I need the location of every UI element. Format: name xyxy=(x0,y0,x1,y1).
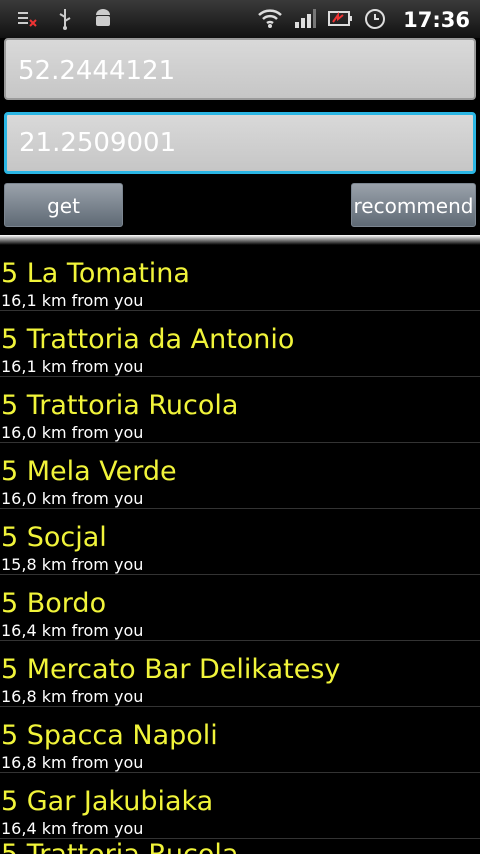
restaurant-name: 5 La Tomatina xyxy=(1,258,190,289)
list-item[interactable]: 5 Gar Jakubiaka 16,4 km from you xyxy=(0,773,480,839)
restaurant-distance: 16,0 km from you xyxy=(1,489,144,508)
restaurant-name: 5 Bordo xyxy=(1,588,107,619)
list-item[interactable]: 5 Socjal 15,8 km from you xyxy=(0,509,480,575)
list-item[interactable]: 5 Trattoria da Antonio 16,1 km from you xyxy=(0,311,480,377)
restaurant-distance: 16,4 km from you xyxy=(1,621,144,640)
restaurant-name: 5 Trattoria Rucola xyxy=(1,390,239,421)
list-item[interactable]: 5 Trattoria Rucola 16,0 km from you xyxy=(0,377,480,443)
status-bar: 17:36 xyxy=(0,0,480,38)
recommend-button[interactable]: recommend xyxy=(351,183,476,227)
android-icon xyxy=(92,8,114,34)
list-item[interactable]: 5 Mercato Bar Delikatesy 16,8 km from you xyxy=(0,641,480,707)
alarm-icon xyxy=(363,6,387,34)
wifi-icon xyxy=(257,7,283,33)
restaurant-distance: 16,1 km from you xyxy=(1,357,144,376)
restaurant-distance: 16,4 km from you xyxy=(1,819,144,838)
restaurant-distance: 16,8 km from you xyxy=(1,753,144,772)
get-location-button[interactable]: get location xyxy=(4,183,123,262)
list-item[interactable]: 5 Spacca Napoli 16,8 km from you xyxy=(0,707,480,773)
restaurant-name: 5 Mercato Bar Delikatesy xyxy=(1,654,341,685)
restaurant-name: 5 Gar Jakubiaka xyxy=(1,786,214,817)
restaurant-name: 5 Spacca Napoli xyxy=(1,720,218,751)
signal-icon xyxy=(293,7,317,33)
restaurant-distance: 16,0 km from you xyxy=(1,423,144,442)
list-item[interactable]: 5 La Tomatina 16,1 km from you xyxy=(0,245,480,311)
longitude-input[interactable] xyxy=(19,115,473,171)
latitude-input[interactable] xyxy=(18,40,474,102)
restaurant-distance: 15,8 km from you xyxy=(1,555,144,574)
restaurant-name: 5 Trattoria da Antonio xyxy=(1,324,295,355)
partial-list-item[interactable]: 5 Trattoria Rucola xyxy=(1,839,238,854)
list-item[interactable]: 5 Mela Verde 16,0 km from you xyxy=(0,443,480,509)
notification-icon xyxy=(16,8,38,34)
latitude-field[interactable] xyxy=(4,38,476,102)
restaurant-name: 5 Mela Verde xyxy=(1,456,177,487)
list-item[interactable]: 5 Bordo 16,4 km from you xyxy=(0,575,480,641)
battery-icon xyxy=(327,7,353,33)
longitude-field[interactable] xyxy=(4,112,476,174)
list-top-fade xyxy=(0,235,480,245)
restaurant-name: 5 Socjal xyxy=(1,522,107,553)
restaurant-list[interactable]: 5 La Tomatina 16,1 km from you 5 Trattoria… xyxy=(0,235,480,854)
restaurant-distance: 16,8 km from you xyxy=(1,687,144,706)
status-time: 17:36 xyxy=(403,8,470,32)
usb-icon xyxy=(56,7,74,35)
restaurant-distance: 16,1 km from you xyxy=(1,291,144,310)
